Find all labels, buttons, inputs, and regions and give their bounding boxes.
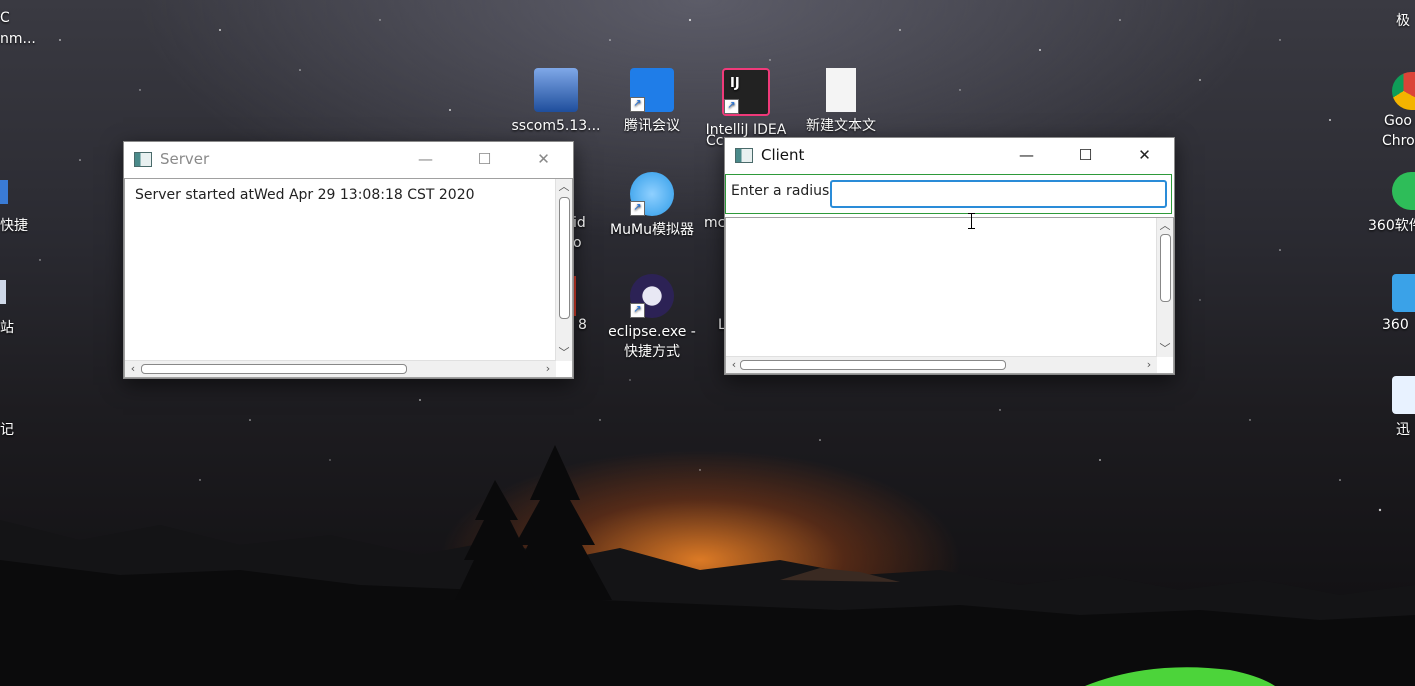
- desktop-icon-label: eclipse.exe - 快捷方式: [608, 324, 696, 360]
- client-window[interactable]: Client — ☐ ✕ Enter a radius ︿ ﹀ ‹ ›: [724, 137, 1175, 375]
- minimize-button[interactable]: —: [396, 142, 455, 176]
- desktop-partial-label: 站: [0, 320, 14, 336]
- server-log-text: Server started atWed Apr 29 13:08:18 CST…: [135, 187, 475, 203]
- xunlei-icon[interactable]: [1392, 376, 1415, 414]
- app-icon-partial[interactable]: [0, 180, 8, 204]
- window-title: Server: [160, 150, 210, 168]
- shortcut-arrow-icon: ↗: [724, 99, 739, 114]
- window-title: Client: [761, 146, 805, 164]
- desktop-icon-label: MuMu模拟器: [610, 222, 694, 238]
- radius-input-row: Enter a radius: [725, 174, 1172, 214]
- building-icon: [534, 68, 578, 112]
- eclipse-icon: ↗: [630, 274, 674, 318]
- server-titlebar[interactable]: Server — ☐ ✕: [124, 142, 573, 176]
- minimize-button[interactable]: —: [997, 138, 1056, 172]
- scroll-down-icon[interactable]: ﹀: [1157, 341, 1173, 357]
- java-app-icon: [735, 147, 753, 163]
- desktop-partial-label: o: [573, 235, 582, 251]
- close-button[interactable]: ✕: [514, 142, 573, 176]
- desktop-partial-label: C: [0, 10, 10, 26]
- desktop-icon-new-text-file[interactable]: 新建文本文: [793, 68, 889, 136]
- desktop-partial-label: 记: [0, 422, 14, 438]
- intellij-icon: IJ ↗: [722, 68, 770, 116]
- scroll-thumb[interactable]: [740, 360, 1006, 370]
- text-cursor-icon: [968, 213, 975, 229]
- scroll-right-icon[interactable]: ›: [1141, 357, 1157, 373]
- client-output-area[interactable]: ︿ ﹀ ‹ ›: [725, 217, 1174, 374]
- scroll-up-icon[interactable]: ︿: [1157, 218, 1173, 234]
- scroll-thumb[interactable]: [141, 364, 407, 374]
- server-window[interactable]: Server — ☐ ✕ Server started atWed Apr 29…: [123, 141, 574, 379]
- maximize-button[interactable]: ☐: [455, 142, 514, 176]
- app-icon-partial[interactable]: [0, 280, 6, 304]
- scroll-left-icon[interactable]: ‹: [125, 361, 141, 377]
- client-titlebar[interactable]: Client — ☐ ✕: [725, 138, 1174, 172]
- vertical-scrollbar[interactable]: ︿ ﹀: [555, 179, 572, 361]
- desktop-partial-label: 8: [578, 317, 587, 333]
- desktop-icon-tencent-meeting[interactable]: ↗ 腾讯会议: [604, 68, 700, 136]
- desktop-icon-label: sscom5.13...: [511, 118, 601, 134]
- desktop-partial-label: 360软件: [1368, 218, 1415, 234]
- scroll-up-icon[interactable]: ︿: [556, 179, 572, 195]
- maximize-button[interactable]: ☐: [1056, 138, 1115, 172]
- radius-label: Enter a radius: [731, 183, 830, 199]
- scroll-right-icon[interactable]: ›: [540, 361, 556, 377]
- text-file-icon: [826, 68, 856, 112]
- desktop-icon-label: 新建文本文: [806, 118, 876, 134]
- desktop-icon-label: 腾讯会议: [624, 118, 680, 134]
- shortcut-arrow-icon: ↗: [630, 303, 645, 318]
- desktop-partial-label: Cc: [706, 133, 724, 149]
- server-log-area[interactable]: Server started atWed Apr 29 13:08:18 CST…: [124, 178, 573, 378]
- desktop-partial-label: Goo: [1384, 113, 1412, 129]
- 360-browser-icon[interactable]: [1392, 274, 1415, 312]
- desktop-icon-mumu[interactable]: ↗ MuMu模拟器: [604, 172, 700, 240]
- desktop-partial-label: id: [573, 215, 586, 231]
- scroll-thumb[interactable]: [1160, 234, 1171, 302]
- desktop-partial-label: 快捷: [0, 218, 28, 234]
- radius-input[interactable]: [830, 180, 1167, 208]
- close-button[interactable]: ✕: [1115, 138, 1174, 172]
- vertical-scrollbar[interactable]: ︿ ﹀: [1156, 218, 1173, 357]
- desktop-partial-label: 极: [1396, 13, 1410, 29]
- java-app-icon: [134, 151, 152, 167]
- desktop-icon-sscom[interactable]: sscom5.13...: [508, 68, 604, 136]
- shortcut-arrow-icon: ↗: [630, 201, 645, 216]
- scroll-down-icon[interactable]: ﹀: [556, 345, 572, 361]
- shortcut-arrow-icon: ↗: [630, 97, 645, 112]
- desktop-partial-label: Chro: [1382, 133, 1415, 149]
- tencent-meeting-icon: ↗: [630, 68, 674, 112]
- desktop-icon-eclipse[interactable]: ↗ eclipse.exe - 快捷方式: [604, 274, 700, 362]
- scroll-thumb[interactable]: [559, 197, 570, 319]
- horizontal-scrollbar[interactable]: ‹ ›: [726, 356, 1157, 373]
- desktop-partial-label: 迅: [1396, 422, 1410, 438]
- mumu-emulator-icon: ↗: [630, 172, 674, 216]
- desktop-icon-intellij[interactable]: IJ ↗ IntelliJ IDEA: [698, 68, 794, 140]
- desktop-partial-label: nm...: [0, 31, 36, 47]
- horizontal-scrollbar[interactable]: ‹ ›: [125, 360, 556, 377]
- desktop-partial-label: mc: [704, 215, 726, 231]
- desktop-partial-label: 360: [1382, 317, 1409, 333]
